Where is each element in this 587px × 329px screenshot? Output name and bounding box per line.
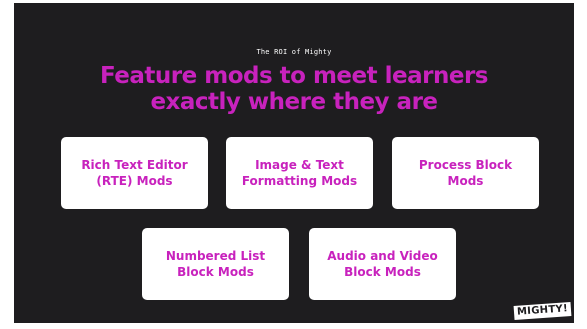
card-audio-video-block-mods: Audio and Video Block Mods xyxy=(309,228,456,300)
card-label-line-1: Image & Text xyxy=(255,158,344,172)
card-label-line-1: Rich Text Editor xyxy=(81,158,188,172)
presentation-slide: The ROI of Mighty Feature mods to meet l… xyxy=(14,3,574,323)
card-label: Rich Text Editor (RTE) Mods xyxy=(81,157,187,189)
card-label-line-2: Block Mods xyxy=(344,265,421,279)
card-label: Image & Text Formatting Mods xyxy=(242,157,357,189)
card-numbered-list-block-mods: Numbered List Block Mods xyxy=(142,228,289,300)
card-image-text-formatting-mods: Image & Text Formatting Mods xyxy=(226,137,373,209)
slide-eyebrow: The ROI of Mighty xyxy=(256,48,332,56)
mighty-logo: MIGHTY! xyxy=(513,302,572,320)
card-label: Audio and Video Block Mods xyxy=(327,248,438,280)
card-label-line-2: Mods xyxy=(447,174,484,188)
card-label-line-1: Audio and Video xyxy=(327,249,438,263)
card-rte-mods: Rich Text Editor (RTE) Mods xyxy=(61,137,208,209)
slide-headline: Feature mods to meet learners exactly wh… xyxy=(14,63,574,115)
card-label-line-2: Formatting Mods xyxy=(241,174,358,188)
card-label: Numbered List Block Mods xyxy=(166,248,265,280)
card-label-line-1: Process Block xyxy=(418,158,513,172)
card-label: Process Block Mods xyxy=(419,157,512,189)
card-label-line-1: Numbered List xyxy=(165,249,266,263)
card-label-line-2: Block Mods xyxy=(177,265,254,279)
headline-line-1: Feature mods to meet learners xyxy=(100,63,488,89)
headline-line-2: exactly where they are xyxy=(150,89,438,115)
card-label-line-2: (RTE) Mods xyxy=(96,174,173,188)
card-process-block-mods: Process Block Mods xyxy=(392,137,539,209)
